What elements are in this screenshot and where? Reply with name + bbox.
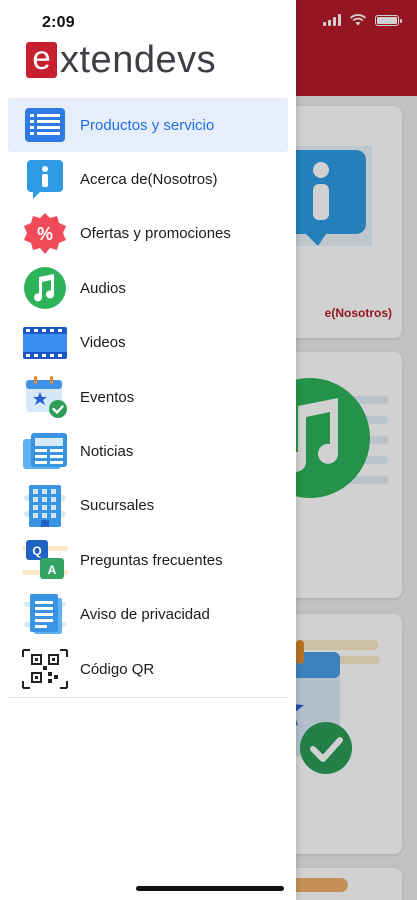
newspaper-icon	[22, 431, 68, 473]
menu-item-ofertas[interactable]: % Ofertas y promociones	[8, 207, 288, 261]
menu-item-label: Código QR	[80, 660, 155, 678]
menu-item-label: Eventos	[80, 388, 135, 406]
menu-item-codigo-qr[interactable]: Código QR	[8, 642, 288, 696]
logo-mark: e	[26, 41, 57, 78]
navigation-drawer: 2:09 e xtendevs Productos y servicio Ace…	[0, 0, 296, 900]
svg-text:%: %	[37, 224, 53, 244]
menu-item-sucursales[interactable]: Sucursales	[8, 479, 288, 533]
list-icon	[22, 104, 68, 146]
menu-item-noticias[interactable]: Noticias	[8, 424, 288, 478]
menu-item-productos[interactable]: Productos y servicio	[8, 98, 288, 153]
menu-item-acerca[interactable]: Acerca de(Nosotros)	[8, 152, 288, 206]
qa-icon: Q A	[22, 539, 68, 581]
menu-item-eventos[interactable]: Eventos	[8, 370, 288, 424]
menu-item-label: Audios	[80, 279, 126, 297]
menu-item-label: Noticias	[80, 443, 134, 461]
menu-item-audios[interactable]: Audios	[8, 261, 288, 315]
info-icon	[22, 159, 68, 201]
building-icon	[22, 484, 68, 527]
menu-item-label: Preguntas frecuentes	[80, 551, 223, 569]
menu-item-label: Sucursales	[80, 497, 155, 515]
svg-text:Q: Q	[32, 544, 41, 558]
svg-text:A: A	[48, 563, 57, 577]
brand-logo: e xtendevs	[26, 40, 216, 80]
home-indicator[interactable]	[136, 886, 284, 891]
status-time: 2:09	[42, 14, 75, 31]
menu-item-label: Aviso de privacidad	[80, 606, 210, 624]
music-note-icon	[22, 267, 68, 310]
menu-item-label: Productos y servicio	[80, 116, 215, 134]
menu-item-label: Videos	[80, 334, 126, 352]
menu-item-label: Acerca de(Nosotros)	[80, 171, 218, 189]
menu-item-privacidad[interactable]: Aviso de privacidad	[8, 588, 288, 642]
menu-item-preguntas[interactable]: Q A Preguntas frecuentes	[8, 533, 288, 587]
document-icon	[22, 593, 68, 636]
menu-item-label: Ofertas y promociones	[80, 225, 231, 243]
menu-item-videos[interactable]: Videos	[8, 316, 288, 370]
percent-badge-icon: %	[22, 212, 68, 255]
logo-wordmark: xtendevs	[60, 39, 217, 81]
qr-code-icon	[22, 648, 68, 690]
menu-divider	[8, 697, 288, 698]
film-strip-icon	[22, 322, 68, 364]
drawer-menu: Productos y servicio Acerca de(Nosotros)…	[8, 98, 288, 696]
calendar-star-icon	[22, 376, 68, 419]
